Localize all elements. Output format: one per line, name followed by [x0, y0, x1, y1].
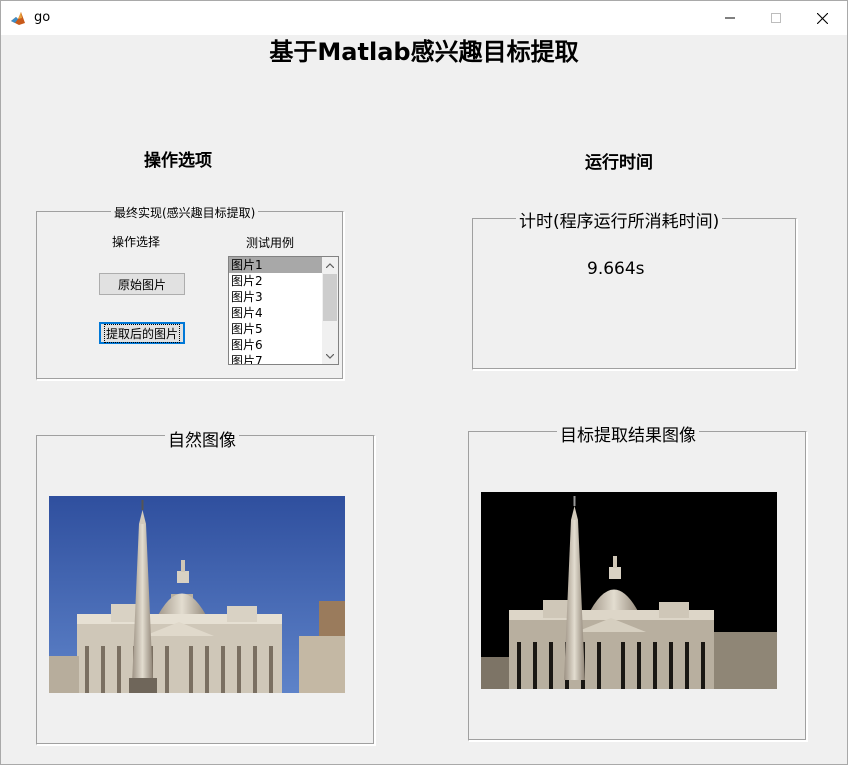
- operation-label: 操作选择: [112, 235, 161, 249]
- timer-panel-legend: 计时(程序运行所消耗时间): [516, 207, 723, 232]
- original-image-button[interactable]: 原始图片: [99, 273, 185, 295]
- chevron-up-icon: [326, 262, 334, 268]
- timer-panel: [472, 218, 797, 370]
- extracted-image-button-label: 提取后的图片: [103, 323, 181, 343]
- listbox-scrollbar[interactable]: [322, 257, 338, 364]
- runtime-section-title: 运行时间: [585, 153, 653, 173]
- matlab-icon: [10, 10, 26, 26]
- result-image-legend: 目标提取结果图像: [557, 421, 699, 446]
- control-panel-legend: 最终实现(感兴趣目标提取): [111, 204, 259, 221]
- scroll-down-button[interactable]: [322, 348, 338, 364]
- elapsed-time-value: 9.664s: [587, 259, 645, 279]
- result-image: [481, 492, 777, 689]
- close-button[interactable]: [799, 1, 845, 35]
- scroll-thumb[interactable]: [323, 274, 337, 321]
- testcase-listbox[interactable]: 图片1 图片2 图片3 图片4 图片5 图片6 图片7: [228, 256, 339, 365]
- chevron-down-icon: [326, 353, 334, 359]
- maximize-button[interactable]: [753, 1, 799, 35]
- natural-image-legend: 自然图像: [165, 426, 239, 451]
- extracted-image-button[interactable]: 提取后的图片: [99, 322, 185, 344]
- original-image-button-label: 原始图片: [117, 277, 166, 292]
- page-title: 基于Matlab感兴趣目标提取: [269, 38, 579, 66]
- scroll-up-button[interactable]: [322, 257, 338, 273]
- minimize-icon: [725, 17, 735, 19]
- window-title: go: [34, 10, 51, 25]
- minimize-button[interactable]: [707, 1, 753, 35]
- maximize-icon: [771, 13, 781, 23]
- testcase-label: 测试用例: [246, 236, 295, 250]
- natural-image: [49, 496, 345, 693]
- options-section-title: 操作选项: [144, 151, 212, 171]
- title-bar[interactable]: go: [1, 1, 847, 35]
- close-icon: [816, 12, 828, 24]
